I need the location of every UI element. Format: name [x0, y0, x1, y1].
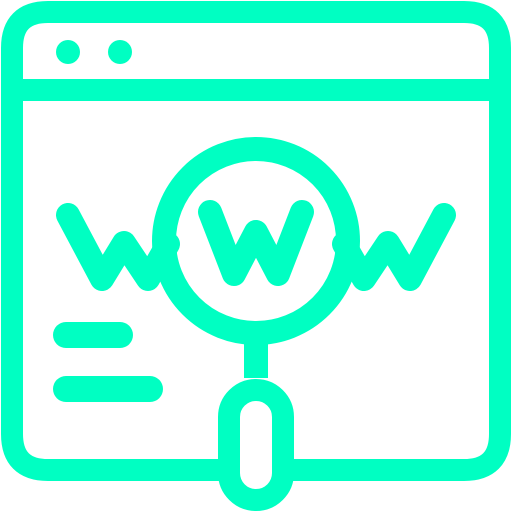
www-text-icon	[56, 200, 456, 291]
window-dot-1	[56, 40, 80, 64]
magnifier-handle	[218, 379, 294, 511]
icon-canvas	[0, 0, 512, 512]
window-dot-2	[108, 40, 132, 64]
w-letter-center	[198, 200, 314, 286]
website-search-icon	[1, 1, 511, 511]
magnifier-icon	[152, 137, 360, 511]
